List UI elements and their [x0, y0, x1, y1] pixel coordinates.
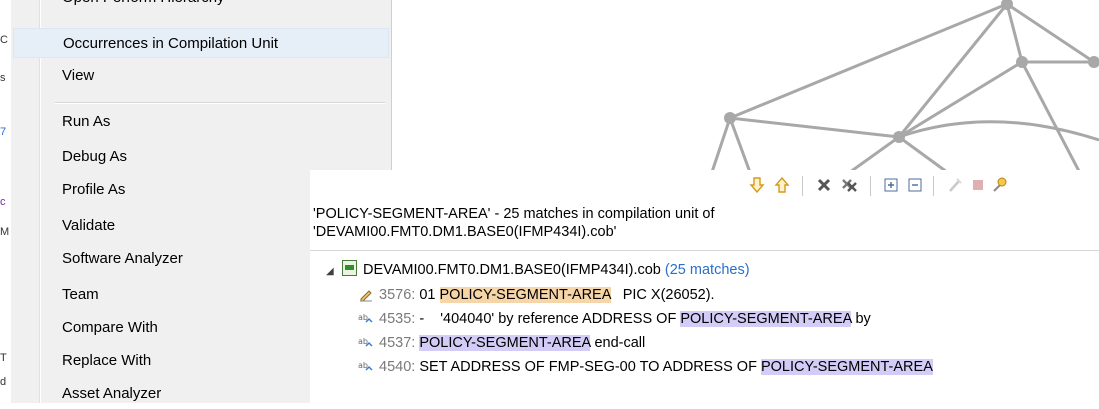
clear-history-icon[interactable]	[944, 174, 966, 196]
pin-icon[interactable]	[988, 174, 1010, 196]
line-number: 4540:	[379, 359, 416, 375]
line-number: 4535:	[379, 311, 416, 327]
match-row[interactable]: ab 4535: - '404040' by reference ADDRESS…	[358, 307, 871, 331]
menu-separator	[55, 102, 385, 104]
menu-item-open-perform-hierarchy[interactable]: Open Perform Hierarchy	[13, 0, 389, 13]
editor-glyph: C	[0, 34, 8, 46]
search-toolbar	[310, 170, 1099, 202]
editor-glyph: M	[0, 226, 10, 238]
remove-match-icon[interactable]	[813, 174, 835, 196]
read-access-icon: ab	[358, 358, 374, 374]
match-prefix: SET ADDRESS OF FMP-SEG-00 TO ADDRESS OF	[419, 359, 761, 375]
match-highlight: POLICY-SEGMENT-AREA	[419, 335, 591, 351]
collapse-all-icon[interactable]	[904, 174, 926, 196]
menu-item-debug-as[interactable]: Debug As	[13, 142, 389, 172]
search-results-panel: 'POLICY-SEGMENT-AREA' - 25 matches in co…	[310, 170, 1099, 403]
menu-item-view[interactable]: View	[13, 61, 389, 91]
search-summary: 'POLICY-SEGMENT-AREA' - 25 matches in co…	[313, 205, 1073, 241]
match-prefix: 01	[419, 287, 440, 303]
next-match-icon[interactable]	[746, 174, 768, 196]
tree-root[interactable]: ◢ DEVAMI00.FMT0.DM1.BASE0(IFMP434I).cob (…	[326, 259, 750, 281]
previous-match-icon[interactable]	[771, 174, 793, 196]
search-summary-line: 'POLICY-SEGMENT-AREA' - 25 matches in co…	[313, 206, 715, 222]
editor-glyph: c	[0, 196, 6, 208]
match-suffix: by	[851, 311, 871, 327]
match-suffix: end-call	[590, 335, 646, 351]
match-highlight: POLICY-SEGMENT-AREA	[760, 359, 933, 375]
editor-glyph: T	[0, 352, 7, 364]
stop-search-icon[interactable]	[967, 174, 989, 196]
expand-triangle-icon[interactable]: ◢	[326, 261, 336, 283]
divider	[310, 250, 1099, 251]
match-row[interactable]: ab 4537: POLICY-SEGMENT-AREA end-call	[358, 331, 645, 355]
line-number: 4537:	[379, 335, 416, 351]
menu-item-occurrences[interactable]: Occurrences in Compilation Unit	[13, 28, 389, 58]
toolbar-separator	[870, 176, 871, 196]
match-highlight: POLICY-SEGMENT-AREA	[680, 311, 852, 327]
expand-all-icon[interactable]	[880, 174, 902, 196]
editor-glyph: 7	[0, 126, 7, 138]
match-suffix: PIC X(26052).	[610, 287, 715, 303]
editor-glyph: s	[0, 72, 6, 84]
write-access-icon	[358, 286, 374, 302]
editor-glyph: d	[0, 376, 7, 388]
background-graph	[709, 0, 1099, 175]
match-highlight: POLICY-SEGMENT-AREA	[439, 287, 611, 303]
search-summary-line: 'DEVAMI00.FMT0.DM1.BASE0(IFMP434I).cob'	[313, 224, 617, 240]
line-number: 3576:	[379, 287, 416, 303]
match-count: (25 matches)	[664, 262, 750, 278]
menu-item-run-as[interactable]: Run As	[13, 107, 389, 137]
match-row[interactable]: ab 4540: SET ADDRESS OF FMP-SEG-00 TO AD…	[358, 355, 933, 379]
match-row[interactable]: 3576: 01 POLICY-SEGMENT-AREA PIC X(26052…	[358, 283, 715, 307]
cobol-file-icon	[342, 260, 357, 276]
tree-root-file: DEVAMI00.FMT0.DM1.BASE0(IFMP434I).cob	[363, 262, 661, 278]
match-prefix: - '404040' by reference ADDRESS OF	[419, 311, 681, 327]
toolbar-separator	[802, 176, 803, 196]
read-access-icon: ab	[358, 310, 374, 326]
toolbar-separator	[933, 176, 934, 196]
remove-all-matches-icon[interactable]	[839, 174, 861, 196]
read-access-icon: ab	[358, 334, 374, 350]
